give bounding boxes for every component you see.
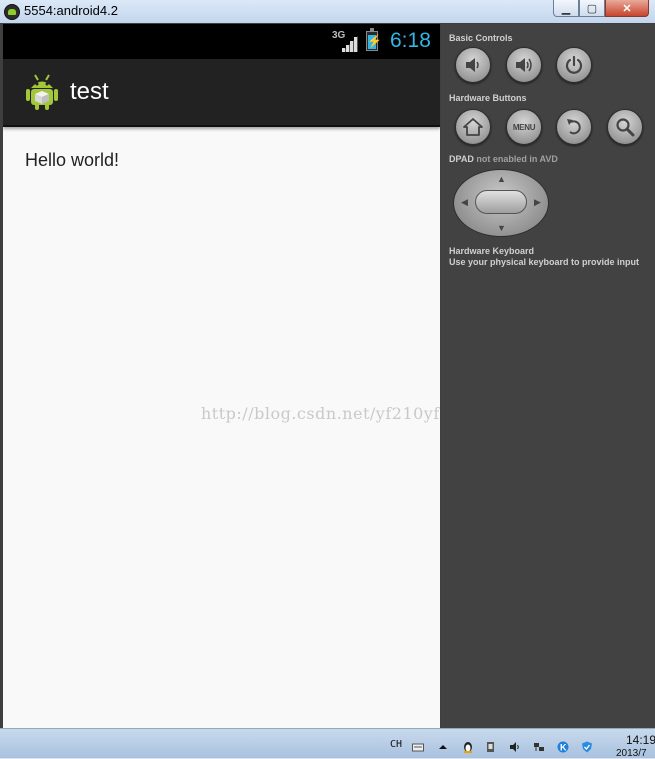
action-bar: test xyxy=(3,59,440,127)
hardware-keyboard-label: Hardware Keyboard xyxy=(449,246,535,256)
power-button[interactable] xyxy=(556,47,592,83)
menu-button[interactable]: MENU xyxy=(506,109,542,145)
volume-down-icon xyxy=(466,58,479,72)
maximize-button[interactable]: ▢ xyxy=(579,0,605,17)
menu-button-label: MENU xyxy=(512,122,536,132)
power-icon xyxy=(565,55,583,74)
window-titlebar[interactable]: 5554:android4.2 ▁ ▢ ✕ xyxy=(0,0,655,24)
watermark-text: http://blog.csdn.net/yf210yf xyxy=(201,404,440,423)
dpad-label: DPAD not enabled in AVD xyxy=(449,154,558,164)
network-connection-icon[interactable] xyxy=(533,741,545,753)
svg-text:K: K xyxy=(560,743,567,753)
language-indicator[interactable]: CH xyxy=(390,739,402,750)
window-title: 5554:android4.2 xyxy=(24,3,118,18)
dpad-right-arrow-icon[interactable]: ▶ xyxy=(534,197,541,208)
volume-up-icon xyxy=(516,58,532,72)
back-icon xyxy=(567,119,581,135)
speaker-volume-icon[interactable] xyxy=(509,741,521,753)
signal-bars-icon xyxy=(342,36,358,52)
status-clock: 6:18 xyxy=(390,29,431,52)
kingsoft-k-icon[interactable]: K xyxy=(557,741,569,753)
emulator-app-icon xyxy=(4,4,20,20)
dpad-control[interactable]: ▲ ▼ ◀ ▶ xyxy=(453,169,549,237)
close-button[interactable]: ✕ xyxy=(605,0,649,17)
keyboard-icon[interactable] xyxy=(412,741,424,753)
device-screen[interactable]: 3G ⚡ 6:18 test Hello world! http://blog.… xyxy=(3,24,440,728)
dpad-center-button[interactable] xyxy=(475,190,527,214)
emulator-control-panel: Basic Controls Hardware Buttons MENU DPA… xyxy=(441,24,655,728)
windows-taskbar: CH K 14:19 2013/7 xyxy=(0,728,655,759)
android-launcher-icon[interactable] xyxy=(25,73,59,111)
dpad-left-arrow-icon[interactable]: ◀ xyxy=(461,197,468,208)
search-icon xyxy=(616,118,635,137)
home-icon xyxy=(463,118,483,136)
hardware-keyboard-hint: Use your physical keyboard to provide in… xyxy=(449,257,640,267)
network-signal-icon: 3G xyxy=(332,30,358,52)
window-controls: ▁ ▢ ✕ xyxy=(553,0,649,17)
dpad-down-arrow-icon[interactable]: ▼ xyxy=(497,223,506,233)
qq-penguin-icon[interactable] xyxy=(462,741,474,753)
battery-icon: ⚡ xyxy=(366,28,382,51)
taskbar-date[interactable]: 2013/7 xyxy=(616,748,647,759)
device-manager-icon[interactable] xyxy=(485,741,497,753)
hello-world-text: Hello world! xyxy=(25,150,120,170)
search-button[interactable] xyxy=(607,109,643,145)
volume-up-button[interactable] xyxy=(506,47,542,83)
status-bar: 3G ⚡ 6:18 xyxy=(3,24,440,59)
dpad-status-text: not enabled in AVD xyxy=(476,154,558,164)
basic-controls-label: Basic Controls xyxy=(449,33,513,43)
taskbar-clock[interactable]: 14:19 xyxy=(626,733,655,747)
dpad-label-text: DPAD xyxy=(449,154,474,164)
home-button[interactable] xyxy=(455,109,491,145)
volume-down-button[interactable] xyxy=(455,47,491,83)
hardware-buttons-label: Hardware Buttons xyxy=(449,93,527,103)
security-shield-icon[interactable] xyxy=(581,741,593,753)
app-title: test xyxy=(70,78,109,105)
show-hidden-icons-icon[interactable] xyxy=(437,741,449,753)
dpad-up-arrow-icon[interactable]: ▲ xyxy=(497,174,506,184)
minimize-button[interactable]: ▁ xyxy=(553,0,579,17)
back-button[interactable] xyxy=(556,109,592,145)
